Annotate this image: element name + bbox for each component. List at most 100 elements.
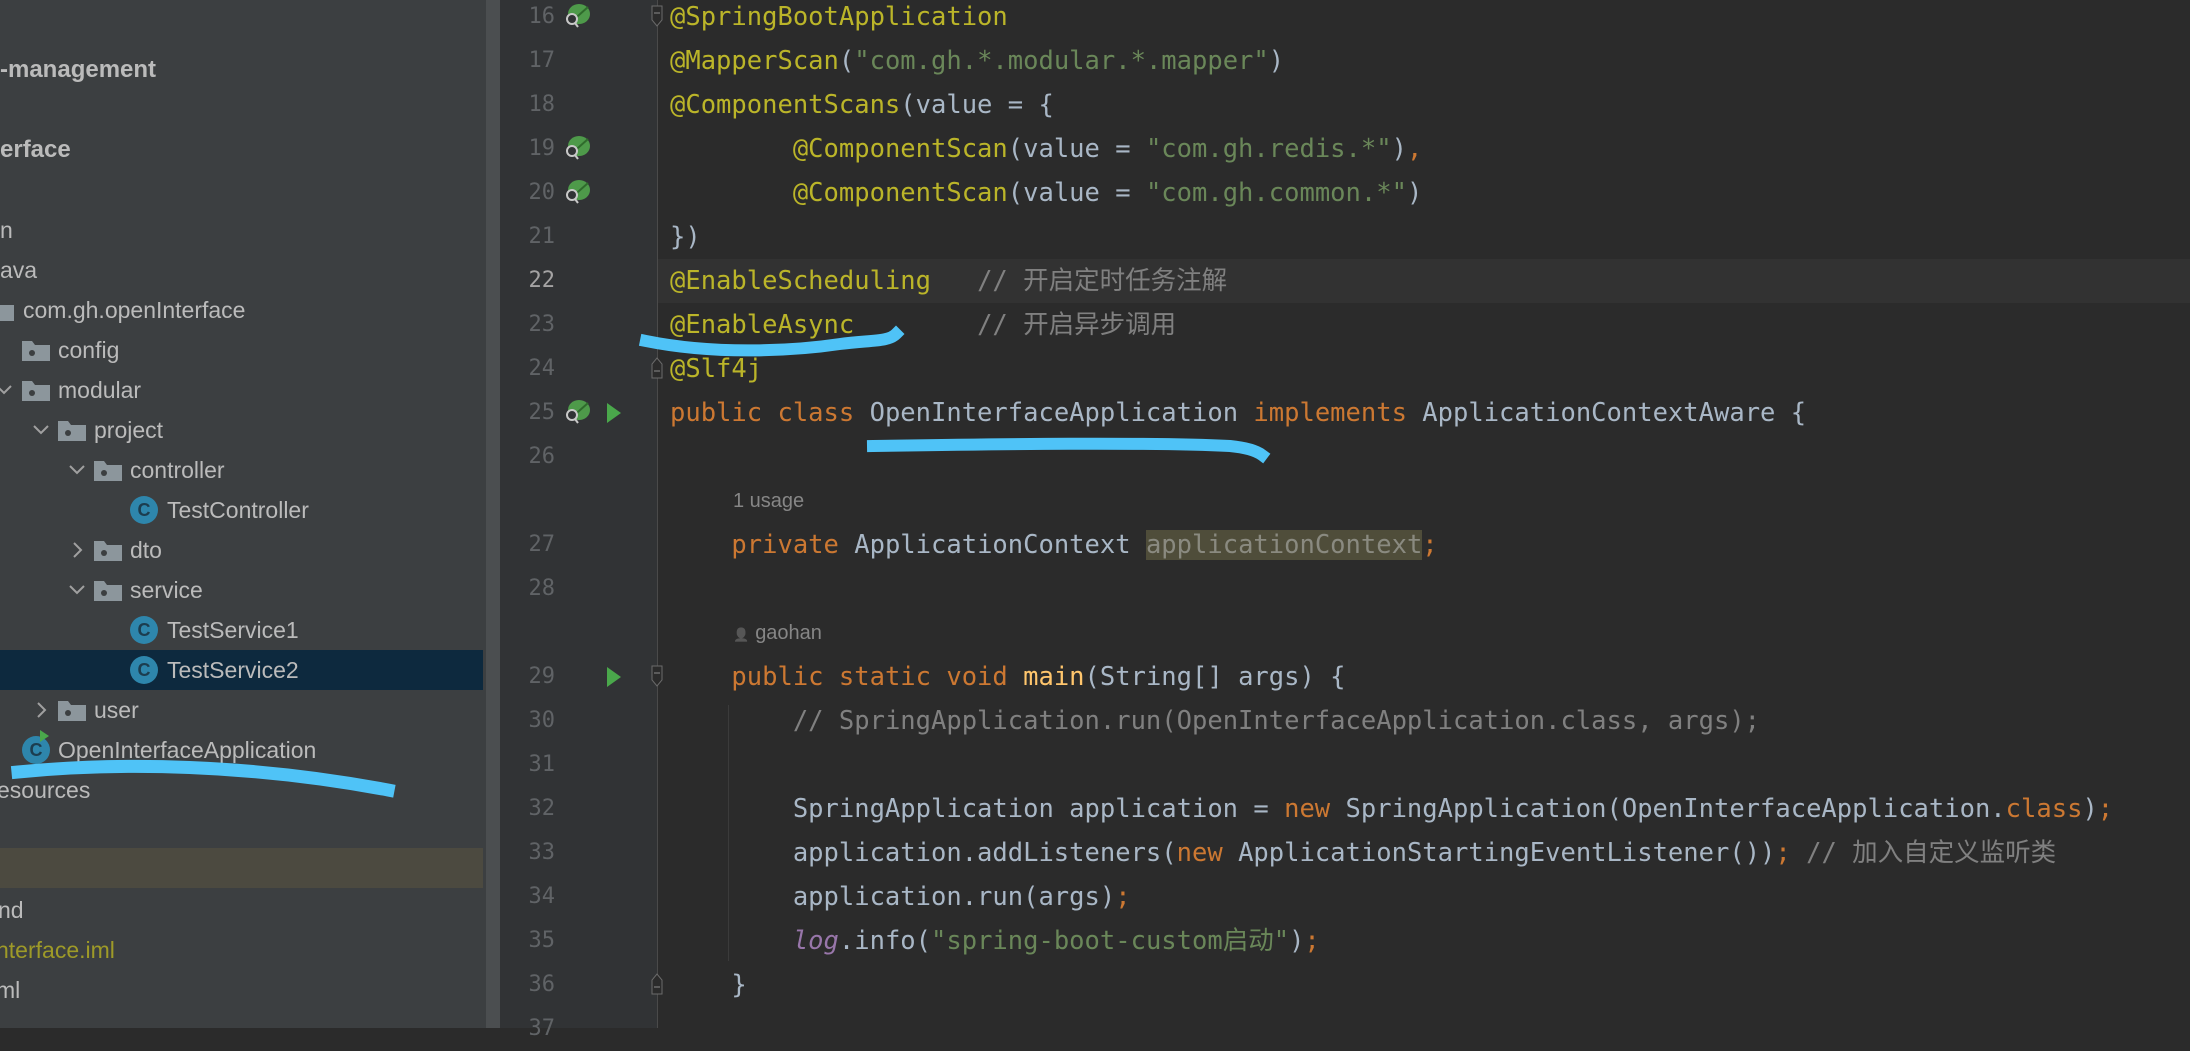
author-hint[interactable]: 👤 gaohan (733, 611, 822, 657)
code-line[interactable]: 33 application.addListeners(new Applicat… (529, 831, 2190, 875)
tree-item-nd[interactable]: nd (0, 890, 483, 930)
code-text: @SpringBootApplication (670, 0, 1008, 39)
tree-item-label: TestService1 (167, 617, 299, 643)
code-line[interactable]: 23 @EnableAsync // 开启异步调用 (529, 303, 2190, 347)
code-line[interactable]: 31 (529, 743, 2190, 787)
tree-item-label: esources (0, 777, 91, 803)
code-text: @MapperScan("com.gh.*.modular.*.mapper") (670, 39, 1284, 83)
tree-item-testservice2[interactable]: C TestService2 (0, 650, 483, 690)
line-number: 20 (528, 180, 556, 205)
tree-item-config[interactable]: config (0, 330, 483, 370)
code-token: SpringApplication application = (670, 794, 1285, 824)
tree-item-ava[interactable]: ava (0, 250, 483, 290)
code-token: log (792, 926, 839, 956)
highlighted-tree-row[interactable] (0, 848, 483, 888)
code-line[interactable]: 16 @SpringBootApplication (529, 0, 2190, 39)
code-token: @Slf4j (670, 354, 763, 384)
chevron-down-icon[interactable] (67, 570, 87, 610)
inlay-hint-row[interactable]: 👤 gaohan (658, 611, 2190, 655)
code-token: (String[] args) { (1084, 662, 1346, 692)
chevron-down-icon[interactable] (0, 370, 14, 410)
code-token: "com.gh.common.*" (1145, 178, 1407, 208)
tree-item-dto[interactable]: dto (0, 530, 483, 570)
code-token: @ComponentScan (792, 178, 1008, 208)
project-tree-scrollbar[interactable] (486, 0, 500, 1028)
code-line[interactable]: 22 @EnableScheduling // 开启定时任务注解 (529, 259, 2190, 303)
package-folder-icon (58, 421, 86, 441)
code-line[interactable]: 37 (529, 1007, 2190, 1051)
spring-bean-icon[interactable] (564, 399, 590, 425)
chevron-right-icon[interactable] (31, 690, 51, 730)
tree-item-testcontroller[interactable]: C TestController (0, 490, 483, 530)
tree-item-erface[interactable]: erface (0, 130, 483, 170)
chevron-down-icon[interactable] (31, 410, 51, 450)
code-line[interactable]: 26 (529, 435, 2190, 479)
code-token: @ComponentScan (792, 134, 1008, 164)
tree-item-user[interactable]: user (0, 690, 483, 730)
usage-hint[interactable]: 1 usage (733, 479, 804, 523)
person-icon: 👤 (733, 627, 750, 642)
tree-item-project[interactable]: project (0, 410, 483, 450)
code-text: private ApplicationContext applicationCo… (670, 523, 1438, 567)
fold-end-icon[interactable] (651, 357, 663, 379)
fold-end-icon[interactable] (651, 973, 663, 995)
code-line[interactable]: 19 @ComponentScan(value = "com.gh.redis.… (529, 127, 2190, 171)
fold-start-icon[interactable] (651, 5, 663, 27)
line-number: 30 (528, 708, 556, 733)
code-line[interactable]: 18 @ComponentScans(value = { (529, 83, 2190, 127)
line-number: 27 (528, 532, 556, 557)
chevron-right-icon[interactable] (67, 530, 87, 570)
run-icon[interactable] (607, 667, 621, 687)
tree-item-n[interactable]: n (0, 210, 483, 250)
tree-item-label: user (94, 697, 139, 723)
tree-item-openinterfaceapplication[interactable]: C OpenInterfaceApplication (0, 730, 483, 770)
code-line[interactable]: 34 application.run(args); (529, 875, 2190, 919)
code-line[interactable]: 30 // SpringApplication.run(OpenInterfac… (529, 699, 2190, 743)
package-folder-icon (22, 381, 50, 401)
code-line[interactable]: 29 public static void main(String[] args… (529, 655, 2190, 699)
code-token: @SpringBootApplication (670, 2, 1008, 32)
code-token: "com.gh.redis.*" (1145, 134, 1392, 164)
code-token: application.addListeners( (670, 838, 1177, 868)
chevron-down-icon[interactable] (67, 450, 87, 490)
tree-item-service[interactable]: service (0, 570, 483, 610)
line-number: 16 (528, 4, 556, 29)
tree-item-ml[interactable]: ml (0, 970, 483, 1010)
code-token: public class (670, 398, 870, 428)
spring-bean-icon[interactable] (564, 135, 590, 161)
code-line[interactable]: 20 @ComponentScan(value = "com.gh.common… (529, 171, 2190, 215)
code-line[interactable]: 27 private ApplicationContext applicatio… (529, 523, 2190, 567)
code-line[interactable]: 28 (529, 567, 2190, 611)
tree-item-testservice1[interactable]: C TestService1 (0, 610, 483, 650)
code-token: ApplicationStartingEventListener()) (1238, 838, 1776, 868)
code-editor[interactable]: 16 @SpringBootApplication 17 @MapperScan("c… (529, 0, 2190, 1041)
inlay-hint-row[interactable]: 1 usage (658, 479, 2190, 523)
code-line[interactable]: 35 log.info("spring-boot-custom启动"); (529, 919, 2190, 963)
tree-item-com-gh-openinterface[interactable]: com.gh.openInterface (0, 290, 483, 330)
code-line[interactable]: 32 SpringApplication application = new S… (529, 787, 2190, 831)
code-line[interactable]: 21}) (529, 215, 2190, 259)
tree-item-esources[interactable]: esources (0, 770, 483, 810)
run-icon[interactable] (607, 403, 621, 423)
fold-start-icon[interactable] (651, 665, 663, 687)
code-line[interactable]: 17 @MapperScan("com.gh.*.modular.*.mapper… (529, 39, 2190, 83)
class-icon: C (130, 616, 158, 644)
code-text: log.info("spring-boot-custom启动"); (670, 919, 1320, 963)
code-line[interactable]: 36 } (529, 963, 2190, 1007)
spring-bean-icon[interactable] (564, 3, 590, 29)
tree-item-modular[interactable]: modular (0, 370, 483, 410)
code-token: OpenInterfaceApplication (869, 398, 1254, 428)
line-number: 24 (528, 356, 556, 381)
tree-item-nterface-iml[interactable]: nterface.iml (0, 930, 483, 970)
line-number: 31 (528, 752, 556, 777)
tree-item-management[interactable]: -management (0, 50, 483, 90)
code-text: @EnableAsync // 开启异步调用 (670, 303, 1176, 347)
inlay-text: 1 usage (733, 490, 805, 512)
code-line[interactable]: 25 public class OpenInterfaceApplication … (529, 391, 2190, 435)
code-line[interactable]: 24 @Slf4j (529, 347, 2190, 391)
tree-item-controller[interactable]: controller (0, 450, 483, 490)
spring-bean-icon[interactable] (564, 179, 590, 205)
